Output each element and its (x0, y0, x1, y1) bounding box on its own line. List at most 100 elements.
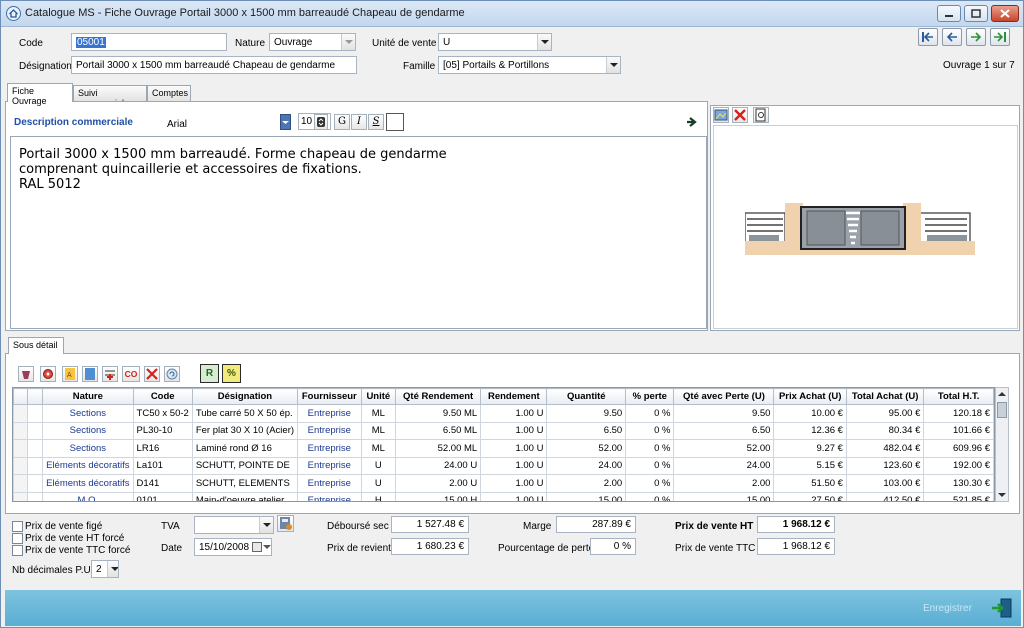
table-cell[interactable]: Eléments décoratifs (42, 456, 134, 475)
save-button[interactable]: Enregistrer (923, 603, 972, 614)
row-selector[interactable] (13, 439, 28, 458)
table-cell[interactable]: ML (360, 421, 397, 440)
table-cell[interactable]: 1.00 U (480, 439, 548, 458)
arrow-right-icon[interactable] (687, 117, 698, 127)
table-cell[interactable]: 192.00 € (923, 456, 994, 475)
table-cell[interactable]: 52.00 ML (395, 439, 482, 458)
table-cell[interactable]: 521.85 € (923, 491, 994, 501)
table-cell[interactable]: M.O. (42, 491, 134, 501)
table-cell[interactable]: Sections (42, 421, 134, 440)
table-row[interactable]: Sections PL30-10 Fer plat 30 X 10 (Acier) E… (13, 421, 994, 440)
date-input[interactable]: 15/10/2008 (194, 538, 272, 556)
table-cell[interactable]: 0 % (625, 456, 675, 475)
tool-button-1[interactable] (18, 366, 34, 382)
column-header[interactable]: Nature (42, 388, 134, 405)
table-cell[interactable]: 0 % (625, 474, 675, 493)
row-selector[interactable] (13, 456, 28, 475)
column-header[interactable]: Unité (360, 388, 397, 405)
font-name[interactable]: Arial (167, 119, 187, 130)
table-row[interactable]: M.O. 0101 Main-d'oeuvre atelier Entreprise H… (13, 491, 994, 501)
table-cell[interactable]: 1.00 U (480, 421, 548, 440)
table-cell[interactable]: 6.50 ML (395, 421, 482, 440)
table-cell[interactable]: 9.50 (673, 404, 775, 423)
tab-comptes[interactable]: Comptes (147, 85, 191, 101)
table-cell[interactable]: Main-d'oeuvre atelier (191, 491, 299, 501)
column-header[interactable]: Total H.T. (923, 388, 994, 405)
underline-button[interactable]: S (368, 114, 384, 130)
color-picker-button[interactable] (386, 113, 404, 131)
maximize-button[interactable] (964, 5, 988, 22)
table-cell[interactable]: 2.00 (673, 474, 775, 493)
table-cell[interactable]: 130.30 € (923, 474, 994, 493)
prix-vente-ht-force-checkbox[interactable] (12, 533, 23, 544)
table-cell[interactable]: 609.96 € (923, 439, 994, 458)
column-header[interactable]: % perte (625, 388, 675, 405)
font-size-spinner[interactable] (314, 114, 328, 130)
tva-select[interactable] (194, 516, 274, 534)
table-cell[interactable]: Laminé rond Ø 16 (191, 439, 299, 458)
table-scrollbar[interactable] (995, 387, 1009, 502)
table-cell[interactable]: TC50 x 50-2 (132, 404, 193, 423)
table-cell[interactable]: 10.00 € (773, 404, 847, 423)
table-cell[interactable]: 0 % (625, 421, 675, 440)
table-cell[interactable]: 2.00 (546, 474, 627, 493)
nb-decimales-select[interactable]: 2 (91, 560, 119, 578)
minimize-button[interactable] (937, 5, 961, 22)
famille-select[interactable]: [05] Portails & Portillons (438, 56, 621, 74)
table-cell[interactable]: Sections (42, 439, 134, 458)
table-cell[interactable]: ML (360, 439, 397, 458)
table-cell[interactable]: 0 % (625, 491, 675, 501)
table-cell[interactable]: Eléments décoratifs (42, 474, 134, 493)
column-header[interactable]: Rendement (480, 388, 548, 405)
column-header[interactable]: Code (132, 388, 193, 405)
table-cell[interactable]: D141 (132, 474, 193, 493)
table-cell[interactable]: 15.00 H (395, 491, 482, 501)
table-cell[interactable]: 52.00 (673, 439, 775, 458)
delete-row-button[interactable] (144, 366, 160, 382)
font-dropdown-button[interactable] (280, 114, 291, 130)
table-cell[interactable]: SCHUTT, POINTE DE (191, 456, 299, 475)
table-cell[interactable]: Sections (42, 404, 134, 423)
table-cell[interactable]: 482.04 € (845, 439, 925, 458)
table-cell[interactable]: 15.00 (546, 491, 627, 501)
table-cell[interactable]: 120.18 € (923, 404, 994, 423)
table-row[interactable]: Sections LR16 Laminé rond Ø 16 Entreprise ML… (13, 439, 994, 458)
table-cell[interactable]: 12.36 € (773, 421, 847, 440)
row-selector[interactable] (13, 491, 28, 501)
table-cell[interactable]: 5.15 € (773, 456, 847, 475)
table-cell[interactable]: 123.60 € (845, 456, 925, 475)
table-cell[interactable]: 1.00 U (480, 404, 548, 423)
tva-settings-button[interactable] (277, 515, 294, 532)
prix-vente-fige-checkbox[interactable] (12, 521, 23, 532)
column-header[interactable]: Fournisseur (297, 388, 362, 405)
table-cell[interactable]: 15.00 (673, 491, 775, 501)
load-image-button[interactable] (713, 107, 729, 123)
table-cell[interactable]: 52.00 (546, 439, 627, 458)
prix-vente-ttc-force-checkbox[interactable] (12, 545, 23, 556)
table-cell[interactable]: 0101 (132, 491, 193, 501)
last-record-button[interactable] (990, 28, 1010, 46)
table-cell[interactable]: 9.27 € (773, 439, 847, 458)
row-selector[interactable] (13, 474, 28, 493)
tab-suivi-commercial[interactable]: Suivi commercial (73, 85, 147, 108)
delete-image-button[interactable] (732, 107, 748, 123)
table-row[interactable]: Eléments décoratifs La101 SCHUTT, POINTE D… (13, 456, 994, 475)
table-cell[interactable]: H (360, 491, 397, 501)
tool-button-4[interactable] (82, 366, 98, 382)
table-cell[interactable]: 1.00 U (480, 491, 548, 501)
nature-select[interactable]: Ouvrage (269, 33, 356, 51)
zoom-image-button[interactable] (753, 107, 769, 123)
table-cell[interactable]: 95.00 € (845, 404, 925, 423)
table-cell[interactable]: Entreprise (297, 491, 362, 501)
table-cell[interactable]: 24.00 U (395, 456, 482, 475)
table-row[interactable]: Sections TC50 x 50-2 Tube carré 50 X 50 ép… (13, 404, 994, 423)
table-cell[interactable]: 9.50 ML (395, 404, 482, 423)
designation-input[interactable]: Portail 3000 x 1500 mm barreaudé Chapeau… (71, 56, 357, 74)
table-cell[interactable]: 27.50 € (773, 491, 847, 501)
tab-fiche-ouvrage[interactable]: Fiche Ouvrage (7, 83, 73, 106)
previous-record-button[interactable] (942, 28, 962, 46)
table-cell[interactable]: PL30-10 (132, 421, 193, 440)
tool-button-3[interactable]: A (62, 366, 78, 382)
column-header[interactable]: Qté avec Perte (U) (673, 388, 775, 405)
unite-vente-select[interactable]: U (438, 33, 552, 51)
